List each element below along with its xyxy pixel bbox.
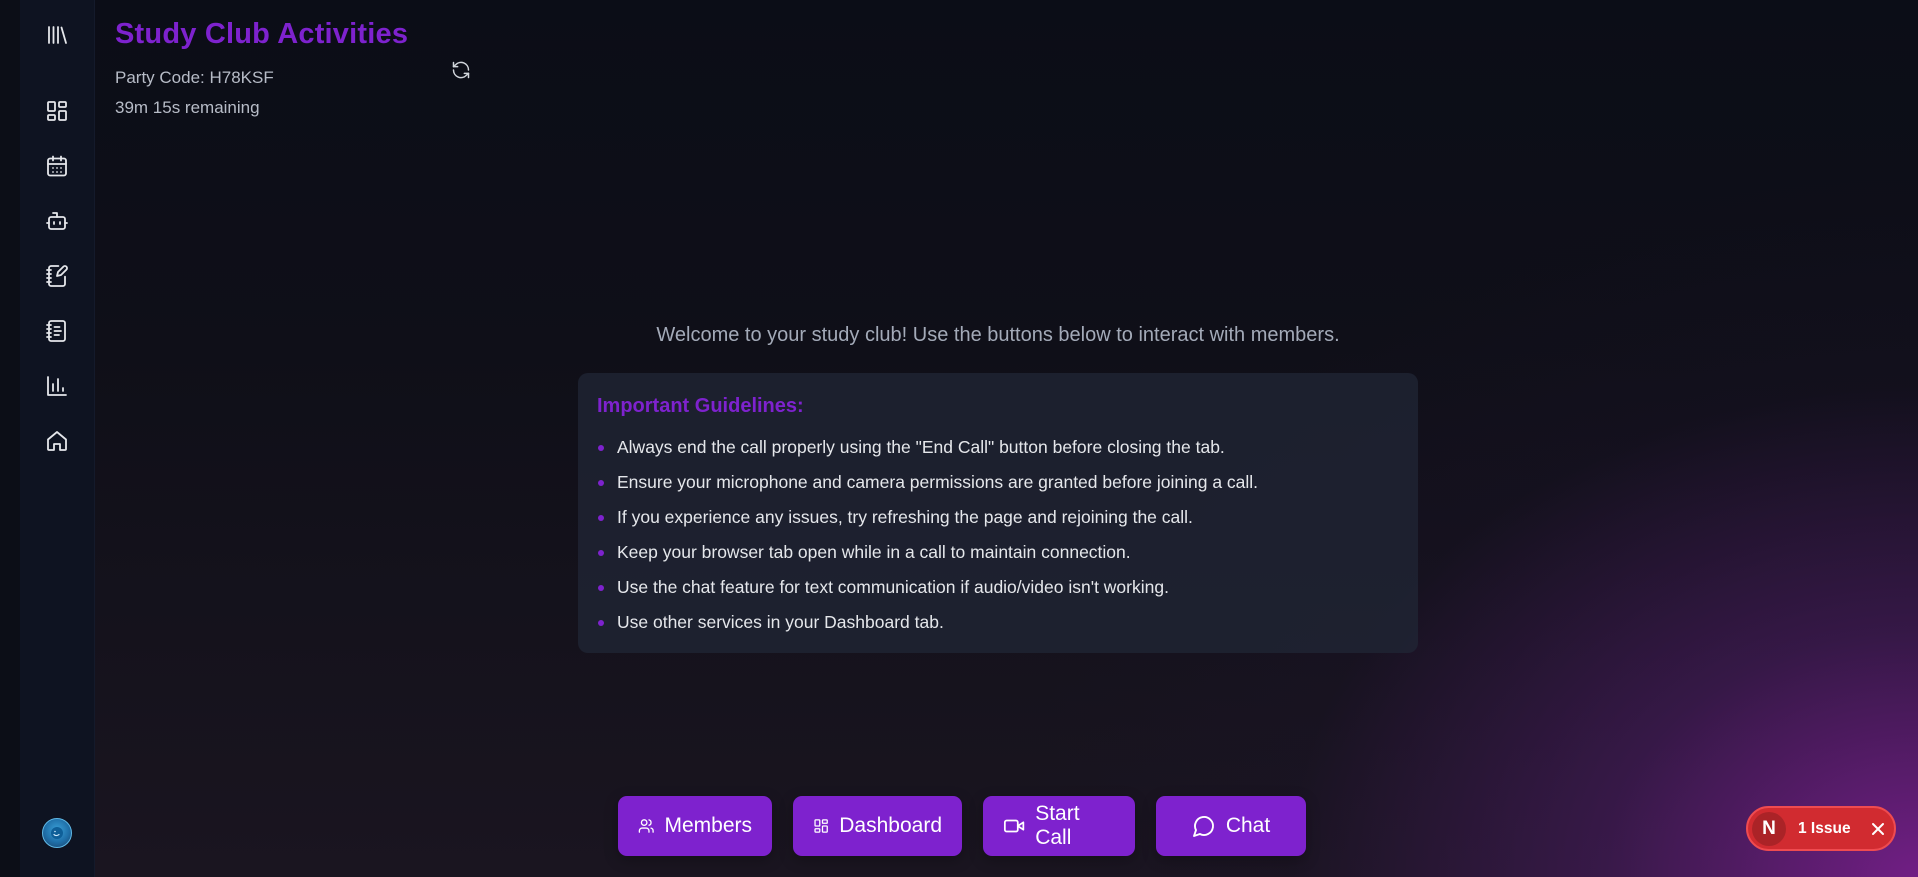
video-icon: [1003, 819, 1025, 833]
guideline-item: Keep your browser tab open while in a ca…: [597, 535, 1399, 570]
nextjs-logo: N: [1752, 811, 1786, 846]
user-avatar[interactable]: [42, 818, 72, 848]
welcome-message: Welcome to your study club! Use the butt…: [656, 324, 1340, 346]
guideline-item: If you experience any issues, try refres…: [597, 500, 1399, 535]
dashboard-icon[interactable]: [44, 98, 70, 124]
dev-issues-badge[interactable]: N 1 Issue: [1746, 806, 1896, 851]
left-edge-strip: [0, 0, 20, 877]
bar-chart-icon[interactable]: [44, 373, 70, 399]
guideline-item: Ensure your microphone and camera permis…: [597, 465, 1399, 500]
guidelines-title: Important Guidelines:: [597, 395, 804, 417]
start-call-label: Start Call: [1035, 802, 1080, 849]
start-call-button[interactable]: Start Call: [983, 796, 1135, 856]
guideline-item: Use the chat feature for text communicat…: [597, 570, 1399, 605]
dashboard-button[interactable]: Dashboard: [793, 796, 962, 856]
users-icon: [638, 819, 654, 833]
sidebar: [20, 0, 95, 877]
calendar-icon[interactable]: [44, 153, 70, 179]
dashboard-icon: [814, 819, 828, 833]
chat-label: Chat: [1225, 814, 1271, 837]
page-title: Study Club Activities: [115, 18, 409, 50]
refresh-icon[interactable]: [451, 60, 473, 82]
notebook-pen-icon[interactable]: [44, 263, 70, 289]
time-remaining: 39m 15s remaining: [115, 98, 260, 117]
chat-button[interactable]: Chat: [1156, 796, 1306, 856]
bot-icon[interactable]: [44, 208, 70, 234]
action-bar: Members Dashboard Start Call Chat: [618, 796, 1306, 856]
dashboard-label: Dashboard: [839, 814, 942, 837]
guideline-item: Use other services in your Dashboard tab…: [597, 605, 1399, 640]
guidelines-list: Always end the call properly using the "…: [597, 430, 1399, 640]
party-code: Party Code: H78KSF: [115, 68, 274, 87]
page-header: Study Club Activities Party Code: H78KSF…: [115, 18, 408, 123]
guideline-item: Always end the call properly using the "…: [597, 430, 1399, 465]
message-circle-icon: [1192, 816, 1214, 837]
guidelines-card: Important Guidelines: Always end the cal…: [578, 373, 1418, 653]
notebook-text-icon[interactable]: [44, 318, 70, 344]
members-button[interactable]: Members: [618, 796, 772, 856]
issue-count: 1 Issue: [1798, 819, 1851, 837]
members-label: Members: [664, 814, 752, 837]
close-icon[interactable]: [1869, 820, 1887, 838]
home-icon[interactable]: [44, 428, 70, 454]
library-icon[interactable]: [44, 22, 70, 48]
